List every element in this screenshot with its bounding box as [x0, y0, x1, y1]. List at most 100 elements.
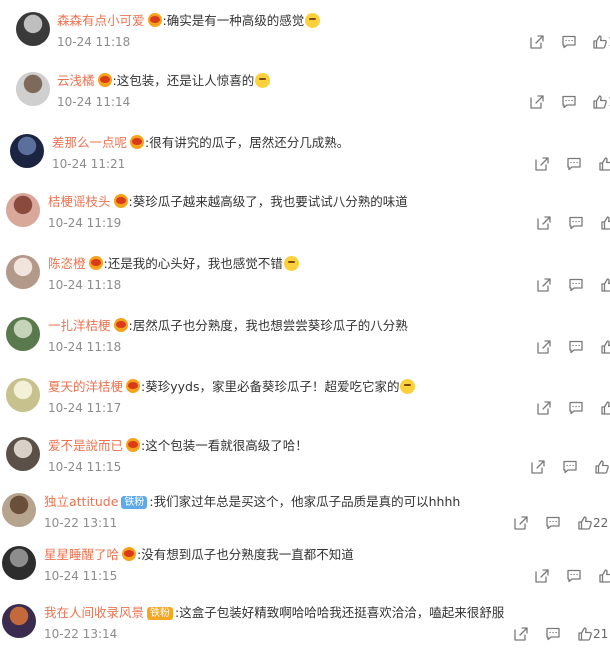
reply-icon[interactable]	[562, 459, 578, 475]
comment-line: 陈恣橙:还是我的心头好，我也感觉不错	[48, 255, 299, 273]
thinking-emoji	[255, 73, 271, 88]
avatar[interactable]	[2, 604, 36, 638]
avatar-image	[2, 493, 36, 527]
comment-text: 这包装，还是让人惊喜的	[116, 73, 255, 88]
share-icon[interactable]	[534, 156, 550, 172]
reply-icon[interactable]	[545, 515, 561, 531]
fan-badge-icon	[130, 135, 145, 149]
username-link[interactable]: 一扎洋桔梗	[48, 318, 111, 333]
reply-icon[interactable]	[566, 568, 582, 584]
like-icon[interactable]	[577, 515, 593, 531]
comment-line: 一扎洋桔梗:居然瓜子也分熟度，我也想尝尝葵珍瓜子的八分熟	[48, 317, 408, 335]
username-link[interactable]: 夏天的洋桔梗	[48, 379, 123, 394]
username-link[interactable]: 森森有点小可爱	[57, 13, 145, 28]
username-link[interactable]: 云浅橘	[57, 73, 95, 88]
like-icon[interactable]	[600, 339, 610, 355]
thinking-emoji	[283, 256, 299, 271]
like-icon[interactable]	[577, 626, 593, 642]
like-icon[interactable]	[598, 568, 610, 584]
fan-badge-icon	[113, 194, 128, 208]
comment-time: 10-22 13:14	[44, 627, 118, 641]
comment-line: 独立attitude 铁粉:我们家过年总是买这个，他家瓜子品质是真的可以hhhh	[44, 493, 460, 511]
like-icon[interactable]	[592, 94, 608, 110]
comment-line: 森森有点小可爱:确实是有一种高级的感觉	[57, 12, 321, 30]
comment-time: 10-24 11:15	[44, 569, 118, 583]
username-link[interactable]: 差那么一点呢	[52, 135, 127, 150]
avatar[interactable]	[6, 255, 40, 289]
username-link[interactable]: 爱不是說而已	[48, 438, 123, 453]
comment-text: 葵珍瓜子越来越高级了，我也要试试八分熟的味道	[132, 194, 408, 209]
share-icon[interactable]	[536, 400, 552, 416]
comment-line: 爱不是說而已:这个包装一看就很高级了哈！	[48, 437, 308, 455]
avatar[interactable]	[2, 493, 36, 527]
like-icon[interactable]	[592, 34, 608, 50]
like-icon[interactable]	[594, 459, 610, 475]
like-icon[interactable]	[598, 156, 610, 172]
avatar-image	[6, 378, 40, 412]
like-count: 21	[593, 627, 609, 641]
comment-time: 10-24 11:18	[57, 35, 131, 49]
reply-icon[interactable]	[566, 156, 582, 172]
fan-badge-icon	[126, 438, 141, 452]
share-icon[interactable]	[536, 215, 552, 231]
avatar[interactable]	[16, 12, 50, 46]
fan-badge-icon	[122, 547, 137, 561]
share-icon[interactable]	[536, 339, 552, 355]
avatar[interactable]	[10, 134, 44, 168]
comment-time: 10-24 11:19	[48, 216, 122, 230]
comment-text: 我们家过年总是买这个，他家瓜子品质是真的可以hhhh	[153, 494, 461, 509]
avatar[interactable]	[2, 546, 36, 580]
avatar-image	[6, 255, 40, 289]
avatar-image	[2, 546, 36, 580]
avatar[interactable]	[6, 193, 40, 227]
reply-icon[interactable]	[561, 94, 577, 110]
username-link[interactable]: 陈恣橙	[48, 256, 86, 271]
share-icon[interactable]	[513, 515, 529, 531]
avatar[interactable]	[6, 317, 40, 351]
comment-text: 居然瓜子也分熟度，我也想尝尝葵珍瓜子的八分熟	[132, 318, 408, 333]
comment-text: 还是我的心头好，我也感觉不错	[107, 256, 283, 271]
avatar-image	[6, 317, 40, 351]
fan-badge: 铁粉	[121, 496, 148, 509]
like-icon[interactable]	[600, 400, 610, 416]
comment-text: 确实是有一种高级的感觉	[166, 13, 305, 28]
avatar[interactable]	[6, 378, 40, 412]
reply-icon[interactable]	[568, 339, 584, 355]
username-link[interactable]: 星星睡醒了哈	[44, 547, 119, 562]
comment-text: 这盒子包装好精致啊哈哈哈我还挺喜欢洽洽，嗑起来很舒服	[179, 605, 505, 620]
comment-time: 10-24 11:18	[48, 278, 122, 292]
avatar-image	[10, 134, 44, 168]
like-count: 22	[593, 516, 609, 530]
comment-time: 10-24 11:14	[57, 95, 131, 109]
reply-icon[interactable]	[545, 626, 561, 642]
share-icon[interactable]	[530, 459, 546, 475]
comment-text: 很有讲究的瓜子，居然还分几成熟。	[149, 135, 350, 150]
avatar-image	[2, 604, 36, 638]
share-icon[interactable]	[529, 94, 545, 110]
fan-badge: 铁粉	[147, 607, 174, 620]
avatar-image	[16, 72, 50, 106]
like-icon[interactable]	[600, 215, 610, 231]
reply-icon[interactable]	[568, 215, 584, 231]
avatar[interactable]	[16, 72, 50, 106]
avatar[interactable]	[6, 437, 40, 471]
username-link[interactable]: 桔梗谣枝头	[48, 194, 111, 209]
comment-line: 差那么一点呢:很有讲究的瓜子，居然还分几成熟。	[52, 134, 349, 152]
share-icon[interactable]	[513, 626, 529, 642]
like-icon[interactable]	[600, 277, 610, 293]
reply-icon[interactable]	[561, 34, 577, 50]
share-icon[interactable]	[529, 34, 545, 50]
comment-line: 星星睡醒了哈:没有想到瓜子也分熟度我一直都不知道	[44, 546, 354, 564]
reply-icon[interactable]	[568, 400, 584, 416]
username-link[interactable]: 独立attitude	[44, 494, 118, 509]
fan-badge-icon	[147, 13, 162, 27]
comment-time: 10-24 11:15	[48, 460, 122, 474]
share-icon[interactable]	[534, 568, 550, 584]
avatar-image	[16, 12, 50, 46]
username-link[interactable]: 我在人间收录风景	[44, 605, 144, 620]
share-icon[interactable]	[536, 277, 552, 293]
comment-line: 夏天的洋桔梗:葵珍yyds，家里必备葵珍瓜子！超爱吃它家的	[48, 378, 416, 396]
comment-time: 10-24 11:17	[48, 401, 122, 415]
reply-icon[interactable]	[568, 277, 584, 293]
comment-time: 10-24 11:18	[48, 340, 122, 354]
